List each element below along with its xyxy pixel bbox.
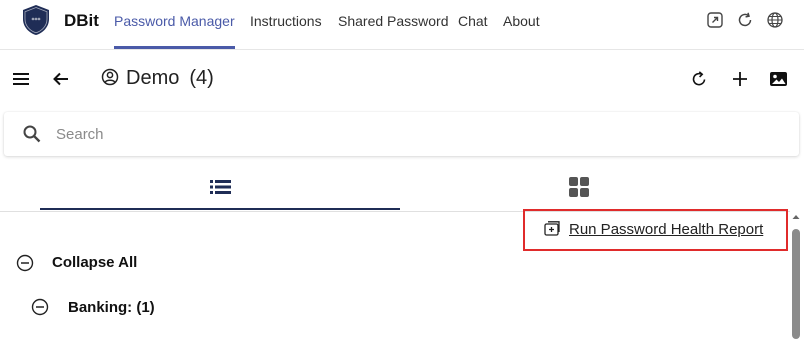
search-icon [23,125,41,143]
collapse-all-row[interactable]: Collapse All [16,252,216,274]
search-input[interactable] [56,120,776,148]
add-icon[interactable] [731,70,749,88]
tree-group-row[interactable]: Banking: (1) [31,296,231,318]
run-password-health-report-link[interactable]: Run Password Health Report [569,221,763,238]
search-box [4,112,799,156]
open-external-icon[interactable] [706,11,724,29]
nav-instructions[interactable]: Instructions [250,13,322,29]
add-report-icon [544,221,560,236]
vault-name: Demo [126,67,180,89]
vault-title: Demo (4) [126,67,214,90]
collapse-all-label: Collapse All [52,254,138,271]
tab-list-view[interactable] [40,170,400,210]
refresh-icon[interactable] [736,11,754,29]
shield-logo-icon: *** [23,5,49,35]
back-icon[interactable] [52,70,70,88]
group-label: Banking: (1) [68,299,155,316]
active-tab-indicator [40,208,400,210]
grid-view-icon [569,177,589,197]
scrollbar-thumb[interactable] [792,229,800,339]
globe-icon[interactable] [766,11,784,29]
reload-icon[interactable] [690,70,708,88]
tab-grid-view[interactable] [420,170,740,210]
top-navigation: *** DBit Password Manager Instructions S… [0,0,804,50]
menu-icon[interactable] [12,71,30,87]
image-icon[interactable] [769,70,788,88]
brand-name: DBit [64,11,99,30]
nav-password-manager[interactable]: Password Manager [114,13,235,29]
nav-about[interactable]: About [503,13,540,29]
list-view-icon [210,180,231,194]
svg-text:***: *** [32,17,41,24]
collapse-circle-icon [31,298,49,316]
collapse-circle-icon [16,254,34,272]
nav-chat[interactable]: Chat [458,13,488,29]
vault-count: (4) [189,67,214,89]
active-nav-indicator [114,46,235,49]
nav-shared-password[interactable]: Shared Password [338,13,449,29]
user-circle-icon [101,68,119,86]
scroll-up-arrow-icon[interactable] [791,212,801,222]
